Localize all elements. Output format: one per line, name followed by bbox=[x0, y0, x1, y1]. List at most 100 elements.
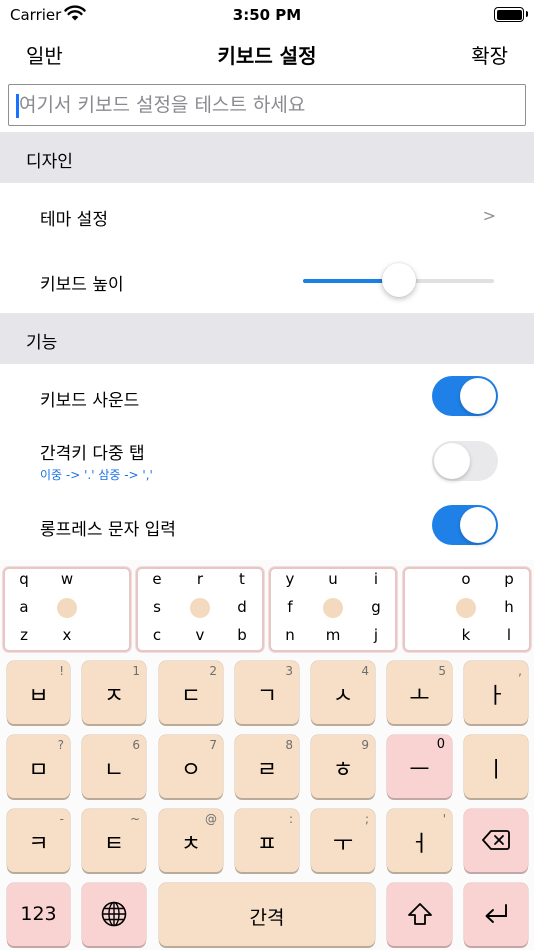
preview-letter: m bbox=[325, 626, 341, 644]
key-eu[interactable]: 0ㅡ bbox=[387, 735, 452, 798]
numbers-key[interactable]: 123 bbox=[7, 883, 70, 946]
preview-letter: i bbox=[373, 570, 379, 588]
space-key[interactable]: 간격 bbox=[159, 883, 375, 946]
return-key[interactable] bbox=[464, 883, 528, 946]
key-label: ㄴ bbox=[103, 758, 125, 783]
key-label: ㅋ bbox=[28, 832, 49, 857]
key-g[interactable]: 3ㄱ bbox=[235, 661, 299, 724]
key-r[interactable]: 8ㄹ bbox=[235, 735, 299, 798]
key-n[interactable]: 6ㄴ bbox=[82, 735, 146, 798]
shift-icon bbox=[408, 903, 432, 925]
key-m[interactable]: ? ㅁ bbox=[7, 735, 70, 798]
key-label: ㅍ bbox=[256, 832, 278, 857]
key-hint: ? bbox=[57, 738, 64, 752]
preview-letter: r bbox=[196, 570, 204, 588]
key-hint: @ bbox=[205, 812, 217, 826]
key-i[interactable]: ㅣ bbox=[464, 735, 528, 798]
key-label: 간격 bbox=[249, 907, 285, 929]
key-label: ㅊ bbox=[180, 832, 202, 857]
key-o[interactable]: 5ㅗ bbox=[387, 661, 452, 724]
key-hint: 0 bbox=[436, 737, 445, 752]
delete-key[interactable] bbox=[464, 809, 528, 872]
preview-letter: u bbox=[328, 570, 338, 588]
key-label: ㅓ bbox=[409, 832, 430, 857]
key-label: ㅅ bbox=[332, 684, 354, 709]
preview-letter: v bbox=[195, 626, 205, 644]
keyboard-test-input[interactable] bbox=[9, 85, 525, 125]
preview-letter: t bbox=[239, 570, 245, 588]
preview-letter: h bbox=[504, 598, 514, 616]
key-hint: 2 bbox=[209, 664, 217, 678]
key-hint: 4 bbox=[361, 664, 369, 678]
key-label: ㅜ bbox=[332, 832, 354, 857]
preview-letter: j bbox=[373, 626, 379, 644]
toggle-knob bbox=[460, 507, 496, 543]
extension-button[interactable]: 확장 bbox=[471, 40, 508, 69]
key-label: ㄷ bbox=[180, 684, 202, 709]
key-label: ㅂ bbox=[28, 684, 49, 709]
key-hint: 1 bbox=[132, 664, 140, 678]
slider-thumb[interactable] bbox=[381, 263, 416, 297]
globe-icon bbox=[101, 901, 127, 927]
preview-letter: p bbox=[504, 570, 514, 588]
preview-letter: z bbox=[20, 626, 28, 644]
key-label: ㅇ bbox=[180, 758, 202, 783]
delete-icon bbox=[482, 830, 510, 850]
status-time: 3:50 PM bbox=[232, 6, 302, 24]
key-eo[interactable]: ' ㅓ bbox=[387, 809, 452, 872]
key-k[interactable]: -ㅋ bbox=[7, 809, 70, 872]
preview-dot bbox=[456, 598, 476, 618]
key-ch[interactable]: @ ㅊ bbox=[159, 809, 223, 872]
preview-letter: a bbox=[19, 598, 29, 616]
keyboard-test-field[interactable] bbox=[8, 84, 526, 126]
multitap-toggle[interactable] bbox=[432, 441, 498, 481]
key-label: ㅁ bbox=[28, 758, 49, 783]
key-label: ㄱ bbox=[256, 684, 278, 709]
shift-key[interactable] bbox=[387, 883, 452, 946]
preview-letter: e bbox=[152, 570, 162, 588]
battery-icon bbox=[494, 7, 528, 22]
keyboard-sound-toggle[interactable] bbox=[432, 376, 498, 416]
preview-letter: s bbox=[153, 598, 161, 616]
key-hint: 3 bbox=[285, 664, 293, 678]
text-caret bbox=[16, 94, 19, 118]
key-s[interactable]: 4ㅅ bbox=[311, 661, 375, 724]
key-label: ㅣ bbox=[485, 758, 507, 783]
key-hint: ~ bbox=[129, 812, 140, 826]
section-title-design: 디자인 bbox=[26, 152, 73, 172]
preview-letter: q bbox=[19, 570, 29, 588]
globe-key[interactable] bbox=[82, 883, 146, 946]
chevron-right-icon[interactable]: > bbox=[483, 206, 496, 225]
keyboard-height-label: 키보드 높이 bbox=[40, 275, 124, 295]
key-label: ㅡ bbox=[409, 758, 430, 783]
key-hint: ' bbox=[442, 812, 446, 826]
longpress-toggle[interactable] bbox=[432, 505, 498, 545]
longpress-label: 롱프레스 문자 입력 bbox=[40, 520, 176, 540]
keyboard-sound-label: 키보드 사운드 bbox=[40, 391, 140, 411]
key-hint: , bbox=[518, 664, 522, 678]
key-j[interactable]: 1ㅈ bbox=[82, 661, 146, 724]
key-t[interactable]: ~ ㅌ bbox=[82, 809, 146, 872]
key-label: ㄹ bbox=[256, 758, 278, 783]
return-icon bbox=[485, 904, 507, 923]
key-hint: 5 bbox=[438, 664, 446, 678]
theme-settings-row[interactable]: 테마 설정 bbox=[40, 205, 108, 230]
key-a[interactable]: ,ㅏ bbox=[464, 661, 528, 724]
multitap-label: 간격키 다중 탭 bbox=[40, 444, 145, 464]
key-d[interactable]: 2ㄷ bbox=[159, 661, 223, 724]
key-label: ㅎ bbox=[332, 758, 354, 783]
key-ng[interactable]: 7ㅇ bbox=[159, 735, 223, 798]
preview-letter: b bbox=[237, 626, 247, 644]
toggle-knob bbox=[460, 378, 496, 414]
key-u[interactable]: ; ㅜ bbox=[311, 809, 375, 872]
key-p[interactable]: :ㅍ bbox=[235, 809, 299, 872]
key-hint: 8 bbox=[285, 738, 293, 752]
preview-letter: f bbox=[287, 598, 293, 616]
key-hint: 9 bbox=[361, 738, 369, 752]
key-h[interactable]: 9ㅎ bbox=[311, 735, 375, 798]
key-hint: 7 bbox=[209, 738, 217, 752]
key-hint: ; bbox=[364, 812, 369, 826]
key-label: ㅏ bbox=[485, 684, 507, 709]
section-title-function: 기능 bbox=[26, 333, 58, 353]
key-b[interactable]: ! ㅂ bbox=[7, 661, 70, 724]
